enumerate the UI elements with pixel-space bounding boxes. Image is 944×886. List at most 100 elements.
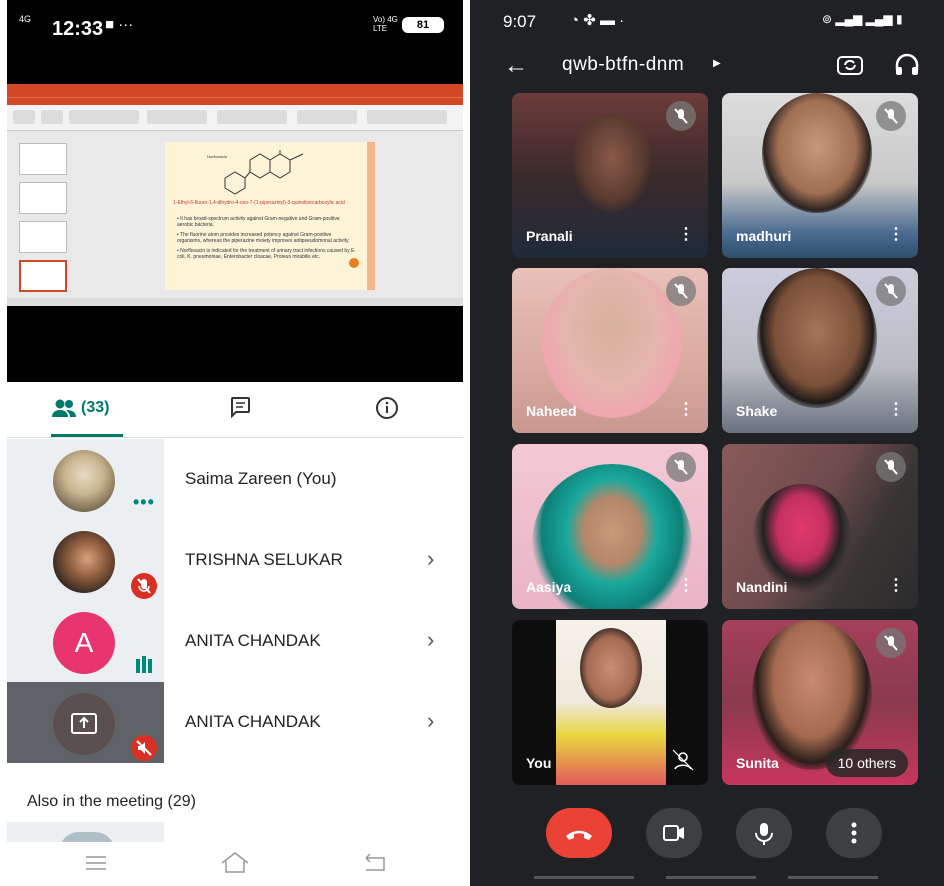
video-tile[interactable]: Aasiya ⋮ — [512, 444, 708, 609]
status-time: 12:33 — [52, 18, 104, 40]
more-options-icon[interactable]: ⋮ — [888, 399, 904, 419]
back-arrow-icon[interactable]: ← — [504, 52, 528, 80]
status-bar: 4G 12:33 ■ ··· Vo) 4G LTE 81 — [7, 0, 463, 58]
participant-name: ANITA CHANDAK — [185, 712, 321, 731]
video-tile[interactable]: You — [512, 620, 708, 785]
video-tile[interactable]: Pranali ⋮ — [512, 93, 708, 258]
gesture-bar — [534, 876, 634, 879]
back-icon[interactable] — [362, 852, 388, 874]
network-indicator: Vo) 4G LTE — [373, 15, 398, 33]
meeting-details-tabs: (33) — [7, 382, 463, 438]
speaking-indicator-icon — [134, 655, 154, 680]
home-icon[interactable] — [219, 850, 251, 874]
participant-row[interactable]: ANITA CHANDAK › — [7, 682, 463, 763]
effects-icon[interactable] — [670, 747, 696, 773]
right-phone-screen: 9:07 ◔ ✤ ▬ · ⊚ ▂▄▆ ▂▄▆ ▮ ← qwb-btfn-dnm … — [470, 0, 944, 886]
participant-video — [572, 113, 652, 213]
mic-off-icon — [876, 628, 906, 658]
slide-bullets: • It has broad-spectrum activity against… — [177, 216, 356, 260]
tab-info[interactable] — [375, 396, 405, 426]
mic-off-icon — [131, 573, 157, 599]
notification-icons: ◔ ✤ ▬ · — [570, 12, 625, 29]
tile-name: Shake — [736, 403, 778, 419]
mic-off-icon — [666, 101, 696, 131]
camera-button[interactable] — [646, 808, 702, 858]
more-options-icon[interactable]: ⋮ — [888, 224, 904, 244]
current-slide: Norfloxacin 1-Ethyl-6-fluoro-1,4-dihydro… — [165, 142, 375, 290]
slide-thumbnails — [13, 136, 71, 296]
ppt-statusbar — [7, 298, 463, 306]
status-time: 9:07 — [503, 12, 537, 31]
participant-video — [752, 620, 872, 770]
molecule-diagram: Norfloxacin — [207, 150, 304, 195]
battery-icon: 81 — [402, 17, 444, 33]
android-nav-bar — [7, 842, 463, 886]
more-vert-icon — [851, 822, 857, 844]
participant-face — [580, 628, 642, 708]
video-tile[interactable]: Nandini ⋮ — [722, 444, 918, 609]
microphone-icon — [755, 823, 773, 845]
chevron-right-icon[interactable]: › — [427, 627, 434, 653]
presentation-video: Norfloxacin 1-Ethyl-6-fluoro-1,4-dihydro… — [7, 58, 463, 382]
avatar — [53, 531, 115, 593]
participant-name: ANITA CHANDAK — [185, 631, 321, 650]
signal-icon: 4G — [19, 14, 32, 24]
more-options-icon[interactable]: ⋮ — [678, 399, 694, 419]
chevron-right-icon[interactable]: › — [427, 708, 434, 734]
avatar — [53, 450, 115, 512]
active-tab-underline — [51, 434, 123, 437]
switch-camera-icon[interactable] — [836, 52, 864, 78]
participant-row[interactable]: TRISHNA SELUKAR › — [7, 520, 463, 601]
chevron-right-icon[interactable]: › — [427, 546, 434, 572]
tile-name: Sunita — [736, 755, 779, 771]
tile-name: You — [526, 755, 552, 771]
tile-name: madhuri — [736, 228, 792, 244]
headphones-icon[interactable] — [894, 52, 920, 78]
mic-off-icon — [876, 452, 906, 482]
more-options-icon[interactable]: ⋮ — [678, 575, 694, 595]
tab-people[interactable]: (33) — [51, 396, 123, 437]
video-tile[interactable]: Naheed ⋮ — [512, 268, 708, 433]
chat-icon — [231, 397, 250, 419]
tile-name: Pranali — [526, 228, 573, 244]
gesture-bar — [666, 876, 756, 879]
slide-marker — [349, 258, 359, 268]
others-count-chip[interactable]: 10 others — [825, 749, 908, 777]
video-camera-icon — [663, 825, 684, 841]
more-dots-icon: ••• — [133, 492, 155, 512]
avatar: A — [53, 612, 115, 674]
hang-up-icon — [566, 830, 592, 840]
participant-name: Saima Zareen (You) — [185, 469, 337, 488]
menu-icon[interactable] — [84, 854, 108, 872]
list-item-partial — [7, 822, 164, 852]
people-count: (33) — [81, 399, 110, 416]
more-options-icon[interactable]: ⋮ — [888, 575, 904, 595]
end-call-button[interactable] — [546, 808, 612, 858]
svg-text:Norfloxacin: Norfloxacin — [207, 154, 227, 159]
people-icon — [52, 399, 76, 417]
mic-off-icon — [876, 101, 906, 131]
video-tile[interactable]: madhuri ⋮ — [722, 93, 918, 258]
participant-name: TRISHNA SELUKAR — [185, 550, 343, 569]
mic-off-icon — [876, 276, 906, 306]
participant-list: ••• Saima Zareen (You) TRISHNA SELUKAR ›… — [7, 439, 463, 763]
gesture-bar — [788, 876, 878, 879]
tab-chat[interactable] — [229, 396, 259, 426]
slide-heading: 1-Ethyl-6-fluoro-1,4-dihydro-4-oxo-7-(1-… — [173, 200, 345, 206]
more-options-button[interactable] — [826, 808, 882, 858]
mic-off-icon — [666, 276, 696, 306]
participant-row[interactable]: A ANITA CHANDAK › — [7, 601, 463, 682]
status-icons: ⊚ ▂▄▆ ▂▄▆ ▮ — [822, 12, 903, 26]
microphone-button[interactable] — [736, 808, 792, 858]
sound-off-icon — [131, 735, 157, 761]
participant-video — [752, 484, 852, 594]
participant-row[interactable]: ••• Saima Zareen (You) — [7, 439, 463, 520]
video-tile[interactable]: Sunita 10 others — [722, 620, 918, 785]
mic-off-icon — [666, 452, 696, 482]
video-tile[interactable]: Shake ⋮ — [722, 268, 918, 433]
meeting-code[interactable]: qwb-btfn-dnm — [562, 54, 684, 76]
avatar — [53, 693, 115, 755]
more-options-icon[interactable]: ⋮ — [678, 224, 694, 244]
expand-triangle-icon[interactable]: ▶ — [713, 58, 721, 69]
participant-video — [757, 268, 877, 408]
